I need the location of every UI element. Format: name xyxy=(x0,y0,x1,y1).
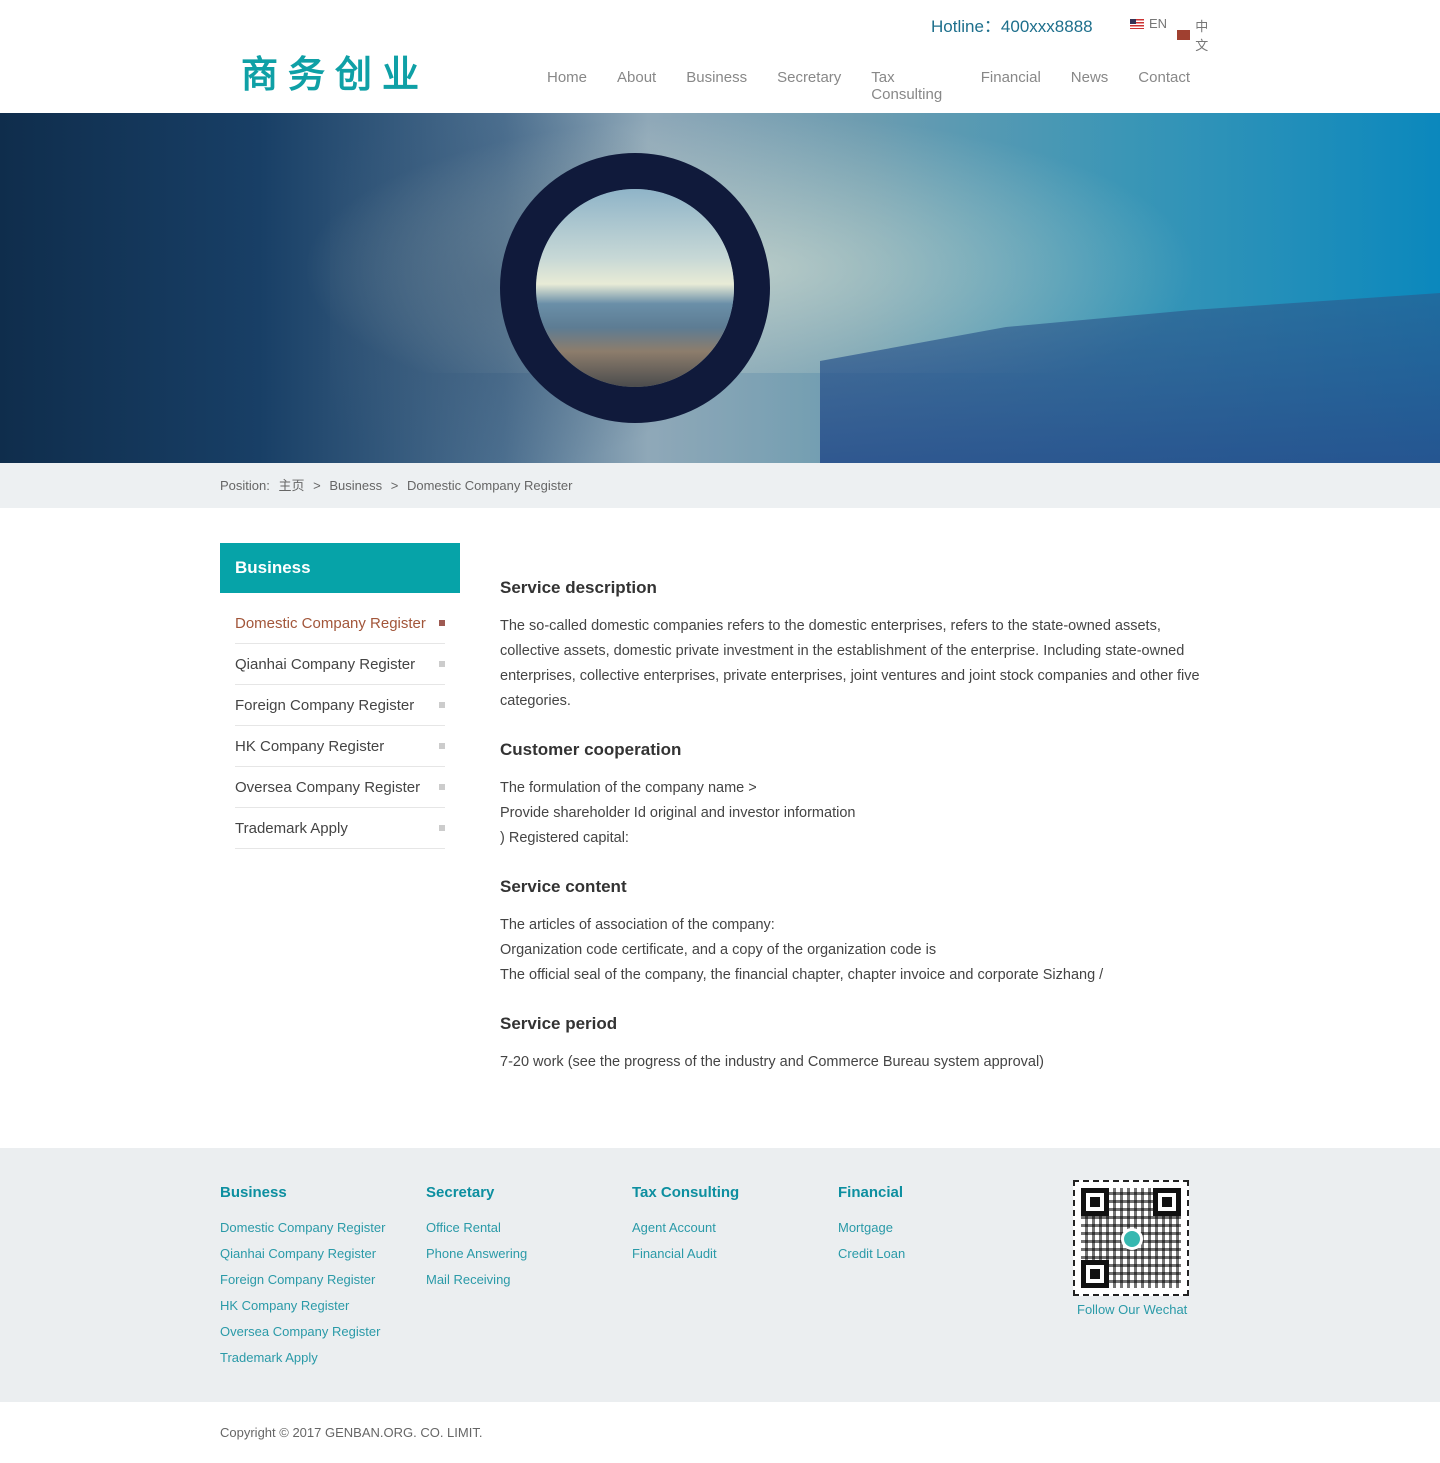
square-bullet-icon xyxy=(439,702,445,708)
sidebar-item-qianhai-company-register[interactable]: Qianhai Company Register xyxy=(235,644,445,685)
qr-pattern xyxy=(1081,1188,1181,1288)
hotline: Hotline：400xxx8888 xyxy=(931,12,1093,37)
breadcrumb-sep: > xyxy=(390,478,399,493)
footer-link[interactable]: Oversea Company Register xyxy=(220,1324,385,1350)
sidebar-item-label: Oversea Company Register xyxy=(235,778,421,796)
section-title: Service content xyxy=(500,877,627,896)
footer-link[interactable]: Credit Loan xyxy=(838,1246,905,1272)
wechat-qr-code-icon xyxy=(1073,1180,1189,1296)
sidebar-list: Domestic Company Register Qianhai Compan… xyxy=(220,593,460,849)
footer-link[interactable]: Phone Answering xyxy=(426,1246,527,1272)
hotline-number: 400xxx8888 xyxy=(1000,17,1093,36)
sidebar-item-label: HK Company Register xyxy=(235,737,385,755)
qr-finder-icon xyxy=(1153,1188,1181,1216)
breadcrumb: Position: 主页 > Business > Domestic Compa… xyxy=(0,463,1440,508)
section-line: The official seal of the company, the fi… xyxy=(500,967,1104,983)
sidebar-item-domestic-company-register[interactable]: Domestic Company Register xyxy=(235,603,445,644)
footer-link[interactable]: Trademark Apply xyxy=(220,1350,385,1376)
hero-banner-image xyxy=(0,113,1440,463)
section-service-period: Service period 7-20 work (see the progre… xyxy=(500,1014,1220,1075)
nav-financial[interactable]: Financial xyxy=(981,69,1041,103)
section-line: The formulation of the company name > xyxy=(500,780,757,796)
copyright-bar: Copyright © 2017 GENBAN.ORG. CO. LIMIT. xyxy=(0,1402,1440,1463)
main-content-area: Business Domestic Company Register Qianh… xyxy=(0,508,1440,1148)
us-flag-icon xyxy=(1130,18,1144,29)
sidebar-item-label: Trademark Apply xyxy=(235,819,348,837)
site-footer: Business Domestic Company Register Qianh… xyxy=(0,1148,1440,1402)
section-customer-cooperation: Customer cooperation The formulation of … xyxy=(500,740,1220,851)
section-line: The articles of association of the compa… xyxy=(500,917,775,933)
footer-link[interactable]: Foreign Company Register xyxy=(220,1272,385,1298)
footer-link[interactable]: Qianhai Company Register xyxy=(220,1246,385,1272)
sidebar-item-foreign-company-register[interactable]: Foreign Company Register xyxy=(235,685,445,726)
footer-link[interactable]: Domestic Company Register xyxy=(220,1220,385,1246)
square-bullet-icon xyxy=(439,825,445,831)
section-title: Customer cooperation xyxy=(500,740,682,759)
qr-caption: Follow Our Wechat xyxy=(1077,1302,1188,1317)
nav-home[interactable]: Home xyxy=(547,69,587,103)
footer-link[interactable]: Mortgage xyxy=(838,1220,905,1246)
copyright-text: Copyright © 2017 GENBAN.ORG. CO. LIMIT. xyxy=(220,1425,483,1440)
lang-en-link[interactable]: EN xyxy=(1130,16,1167,31)
site-logo[interactable]: 商务创业 xyxy=(241,44,429,98)
nav-news[interactable]: News xyxy=(1071,69,1109,103)
footer-link[interactable]: Mail Receiving xyxy=(426,1272,527,1298)
sidebar-item-trademark-apply[interactable]: Trademark Apply xyxy=(235,808,445,849)
section-line: ) Registered capital: xyxy=(500,830,629,846)
section-title: Service description xyxy=(500,578,657,597)
section-service-description: Service description The so-called domest… xyxy=(500,578,1220,714)
section-service-content: Service content The articles of associat… xyxy=(500,877,1220,988)
lang-cn-link[interactable]: 中文 xyxy=(1177,16,1220,54)
footer-col-secretary: Secretary Office Rental Phone Answering … xyxy=(426,1184,527,1298)
breadcrumb-current: Domestic Company Register xyxy=(406,478,573,493)
nav-secretary[interactable]: Secretary xyxy=(777,69,841,103)
breadcrumb-label: Position: xyxy=(220,478,270,493)
section-text: 7-20 work (see the progress of the indus… xyxy=(500,1054,1044,1070)
sidebar-item-hk-company-register[interactable]: HK Company Register xyxy=(235,726,445,767)
lang-en-label: EN xyxy=(1149,16,1168,31)
qr-finder-icon xyxy=(1081,1188,1109,1216)
square-bullet-icon xyxy=(439,620,445,626)
sidebar-item-label: Foreign Company Register xyxy=(235,696,415,714)
footer-link[interactable]: Financial Audit xyxy=(632,1246,739,1272)
breadcrumb-section[interactable]: Business xyxy=(329,478,382,493)
site-header: 商务创业 Hotline：400xxx8888 EN 中文 Home About… xyxy=(0,0,1440,113)
footer-col-title[interactable]: Business xyxy=(220,1184,385,1204)
section-title: Service period xyxy=(500,1014,618,1033)
sidebar-title: Business xyxy=(220,543,460,593)
nav-about[interactable]: About xyxy=(617,69,656,103)
square-bullet-icon xyxy=(439,743,445,749)
sidebar-item-label: Domestic Company Register xyxy=(235,614,426,632)
footer-link[interactable]: HK Company Register xyxy=(220,1298,385,1324)
footer-col-title[interactable]: Financial xyxy=(838,1184,905,1204)
article-body: Service description The so-called domest… xyxy=(500,578,1220,1101)
nav-business[interactable]: Business xyxy=(686,69,747,103)
breadcrumb-home[interactable]: 主页 xyxy=(279,478,305,493)
sidebar-item-label: Qianhai Company Register xyxy=(235,655,416,673)
cn-flag-icon xyxy=(1177,30,1191,40)
lens-view xyxy=(536,189,734,387)
main-nav: Home About Business Secretary Tax Consul… xyxy=(547,69,1220,103)
sidebar: Business Domestic Company Register Qianh… xyxy=(220,543,460,849)
footer-col-title[interactable]: Tax Consulting xyxy=(632,1184,739,1204)
footer-link[interactable]: Office Rental xyxy=(426,1220,527,1246)
section-text: The so-called domestic companies refers … xyxy=(500,618,1200,709)
breadcrumb-sep: > xyxy=(313,478,321,493)
home-icon xyxy=(1121,1228,1143,1250)
lang-cn-label: 中文 xyxy=(1195,19,1209,53)
sidebar-item-oversea-company-register[interactable]: Oversea Company Register xyxy=(235,767,445,808)
section-line: Provide shareholder Id original and inve… xyxy=(500,805,856,821)
footer-col-business: Business Domestic Company Register Qianh… xyxy=(220,1184,385,1376)
square-bullet-icon xyxy=(439,784,445,790)
footer-col-title[interactable]: Secretary xyxy=(426,1184,527,1204)
footer-link[interactable]: Agent Account xyxy=(632,1220,739,1246)
nav-tax-consulting[interactable]: Tax Consulting xyxy=(871,69,950,103)
nav-contact[interactable]: Contact xyxy=(1138,69,1190,103)
square-bullet-icon xyxy=(439,661,445,667)
qr-finder-icon xyxy=(1081,1260,1109,1288)
footer-col-financial: Financial Mortgage Credit Loan xyxy=(838,1184,905,1272)
hotline-label: Hotline： xyxy=(931,17,1001,36)
section-line: Organization code certificate, and a cop… xyxy=(500,942,937,958)
footer-col-tax-consulting: Tax Consulting Agent Account Financial A… xyxy=(632,1184,739,1272)
